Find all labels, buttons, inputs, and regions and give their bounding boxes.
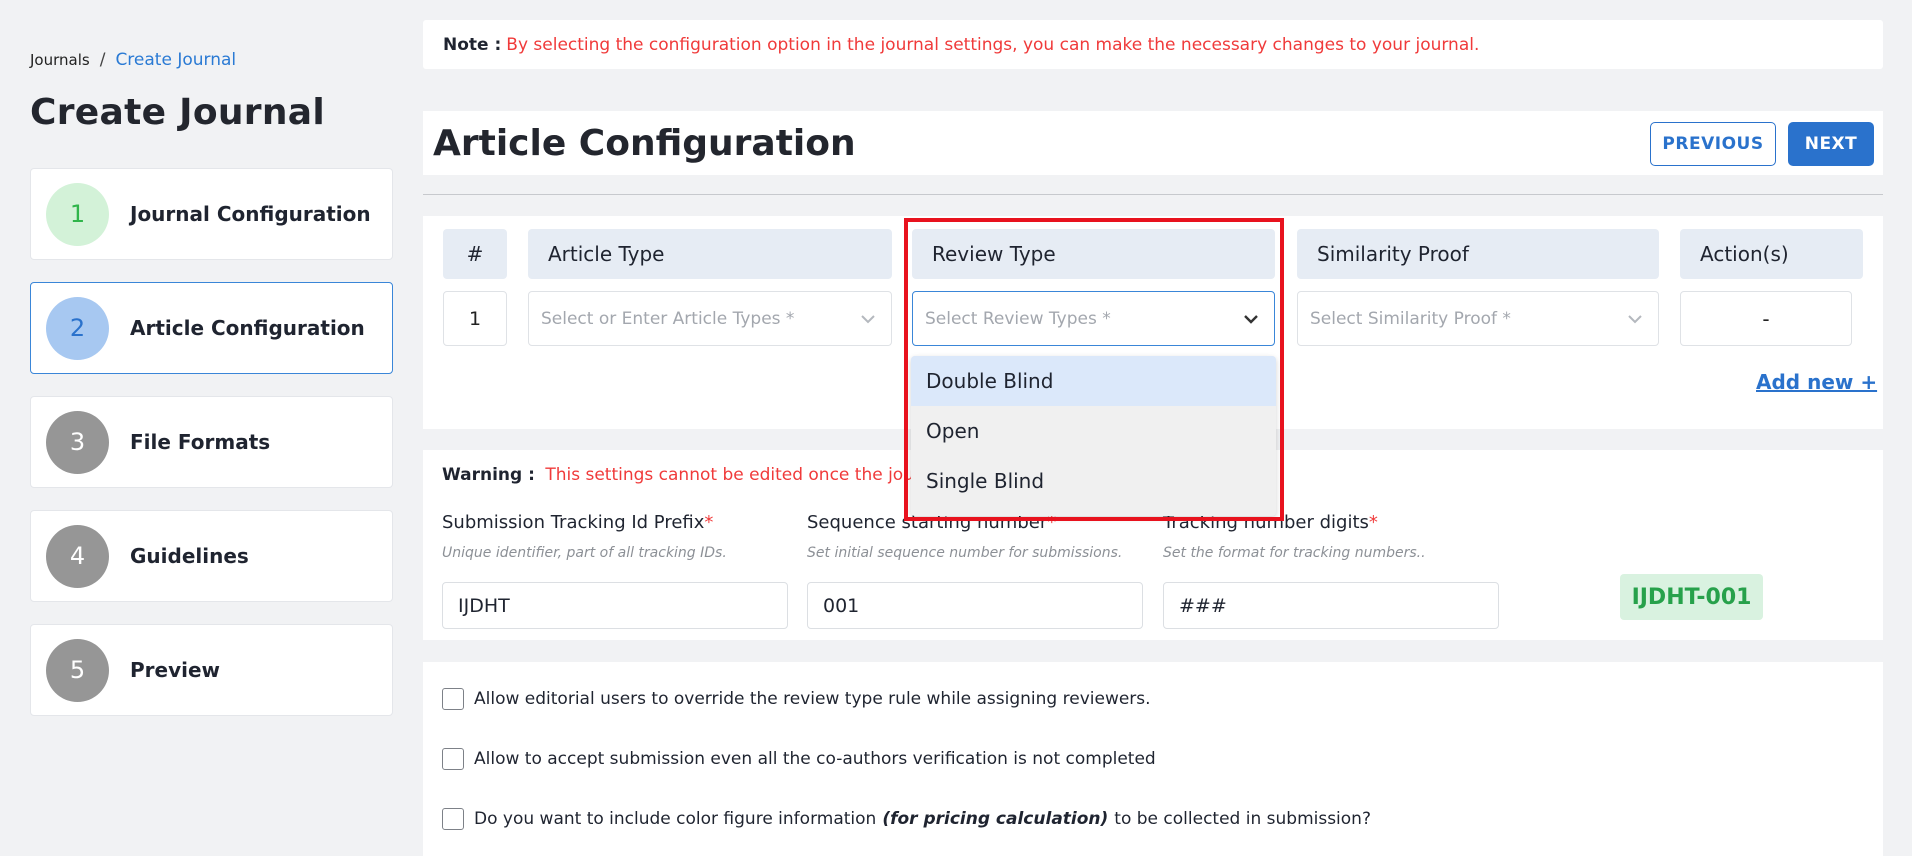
step-journal-configuration[interactable]: 1 Journal Configuration bbox=[30, 168, 393, 260]
checkbox[interactable] bbox=[442, 748, 464, 770]
tracking-id-preview: IJDHT-001 bbox=[1620, 574, 1763, 620]
review-type-select[interactable]: Select Review Types * bbox=[912, 291, 1275, 346]
digits-hint: Set the format for tracking numbers.. bbox=[1163, 545, 1426, 561]
prefix-label: Submission Tracking Id Prefix* bbox=[442, 512, 713, 533]
required-marker: * bbox=[1368, 512, 1378, 533]
option-text: Allow to accept submission even all the … bbox=[474, 749, 1156, 769]
warning-message: Warning : This settings cannot be edited… bbox=[442, 465, 931, 485]
add-new-link[interactable]: Add new + bbox=[1756, 370, 1877, 394]
prefix-hint: Unique identifier, part of all tracking … bbox=[442, 545, 727, 561]
step-preview[interactable]: 5 Preview bbox=[30, 624, 393, 716]
option-text-post: to be collected in submission? bbox=[1114, 809, 1371, 829]
column-header-similarity-proof: Similarity Proof bbox=[1297, 229, 1659, 279]
review-type-dropdown-menu: Double Blind Open Single Blind bbox=[911, 356, 1276, 516]
row-number: 1 bbox=[443, 291, 507, 346]
section-title: Article Configuration bbox=[433, 122, 856, 164]
step-label: Journal Configuration bbox=[130, 202, 371, 226]
step-file-formats[interactable]: 3 File Formats bbox=[30, 396, 393, 488]
step-number-badge: 1 bbox=[46, 182, 109, 246]
step-label: Article Configuration bbox=[130, 316, 365, 340]
option-text-pre: Do you want to include color figure info… bbox=[474, 809, 877, 829]
step-label: Preview bbox=[130, 658, 221, 682]
option-text: Allow editorial users to override the re… bbox=[474, 689, 1151, 709]
required-marker: * bbox=[704, 512, 714, 533]
note-banner: Note : By selecting the configuration op… bbox=[423, 20, 1883, 69]
page-title: Create Journal bbox=[30, 92, 326, 133]
step-guidelines[interactable]: 4 Guidelines bbox=[30, 510, 393, 602]
breadcrumb: Journals / Create Journal bbox=[30, 50, 236, 70]
checkbox[interactable] bbox=[442, 808, 464, 830]
override-review-rule-option[interactable]: Allow editorial users to override the re… bbox=[442, 688, 1151, 710]
step-label: File Formats bbox=[130, 430, 271, 454]
step-number-badge: 3 bbox=[46, 410, 109, 474]
similarity-proof-placeholder: Select Similarity Proof * bbox=[1310, 308, 1511, 329]
note-text: By selecting the configuration option in… bbox=[506, 34, 1480, 55]
note-key: Note : bbox=[443, 34, 502, 55]
chevron-down-icon bbox=[1628, 315, 1642, 324]
warning-key: Warning : bbox=[442, 465, 535, 485]
warning-text: This settings cannot be edited once the … bbox=[545, 465, 932, 485]
column-header-number: # bbox=[443, 229, 507, 279]
color-figure-info-option[interactable]: Do you want to include color figure info… bbox=[442, 808, 1371, 830]
article-type-placeholder: Select or Enter Article Types * bbox=[541, 308, 795, 329]
breadcrumb-journals-link[interactable]: Journals bbox=[30, 51, 90, 69]
digits-input[interactable] bbox=[1163, 582, 1499, 629]
divider bbox=[423, 194, 1883, 195]
option-open[interactable]: Open bbox=[911, 406, 1276, 456]
step-label: Guidelines bbox=[130, 544, 249, 568]
column-header-actions: Action(s) bbox=[1680, 229, 1863, 279]
prefix-input[interactable] bbox=[442, 582, 788, 629]
step-list: 1 Journal Configuration 2 Article Config… bbox=[30, 168, 393, 738]
step-number-badge: 4 bbox=[46, 524, 109, 588]
review-type-placeholder: Select Review Types * bbox=[925, 308, 1111, 329]
article-type-select[interactable]: Select or Enter Article Types * bbox=[528, 291, 892, 346]
previous-button[interactable]: PREVIOUS bbox=[1650, 122, 1776, 166]
column-header-review-type: Review Type bbox=[912, 229, 1275, 279]
prefix-label-text: Submission Tracking Id Prefix bbox=[442, 512, 705, 533]
breadcrumb-current: Create Journal bbox=[115, 50, 237, 70]
next-button[interactable]: NEXT bbox=[1788, 122, 1874, 166]
option-text-emphasis: (for pricing calculation) bbox=[882, 809, 1109, 829]
chevron-down-icon bbox=[861, 315, 875, 324]
accept-unverified-coauthors-option[interactable]: Allow to accept submission even all the … bbox=[442, 748, 1156, 770]
row-action: - bbox=[1680, 291, 1852, 346]
column-header-article-type: Article Type bbox=[528, 229, 892, 279]
sequence-hint: Set initial sequence number for submissi… bbox=[807, 545, 1123, 561]
option-single-blind[interactable]: Single Blind bbox=[911, 456, 1276, 506]
chevron-down-icon bbox=[1244, 315, 1258, 324]
similarity-proof-select[interactable]: Select Similarity Proof * bbox=[1297, 291, 1659, 346]
sequence-input[interactable] bbox=[807, 582, 1143, 629]
step-article-configuration[interactable]: 2 Article Configuration bbox=[30, 282, 393, 374]
checkbox[interactable] bbox=[442, 688, 464, 710]
breadcrumb-separator: / bbox=[99, 50, 106, 70]
step-number-badge: 5 bbox=[46, 638, 109, 702]
step-number-badge: 2 bbox=[46, 296, 109, 360]
option-double-blind[interactable]: Double Blind bbox=[911, 356, 1276, 406]
